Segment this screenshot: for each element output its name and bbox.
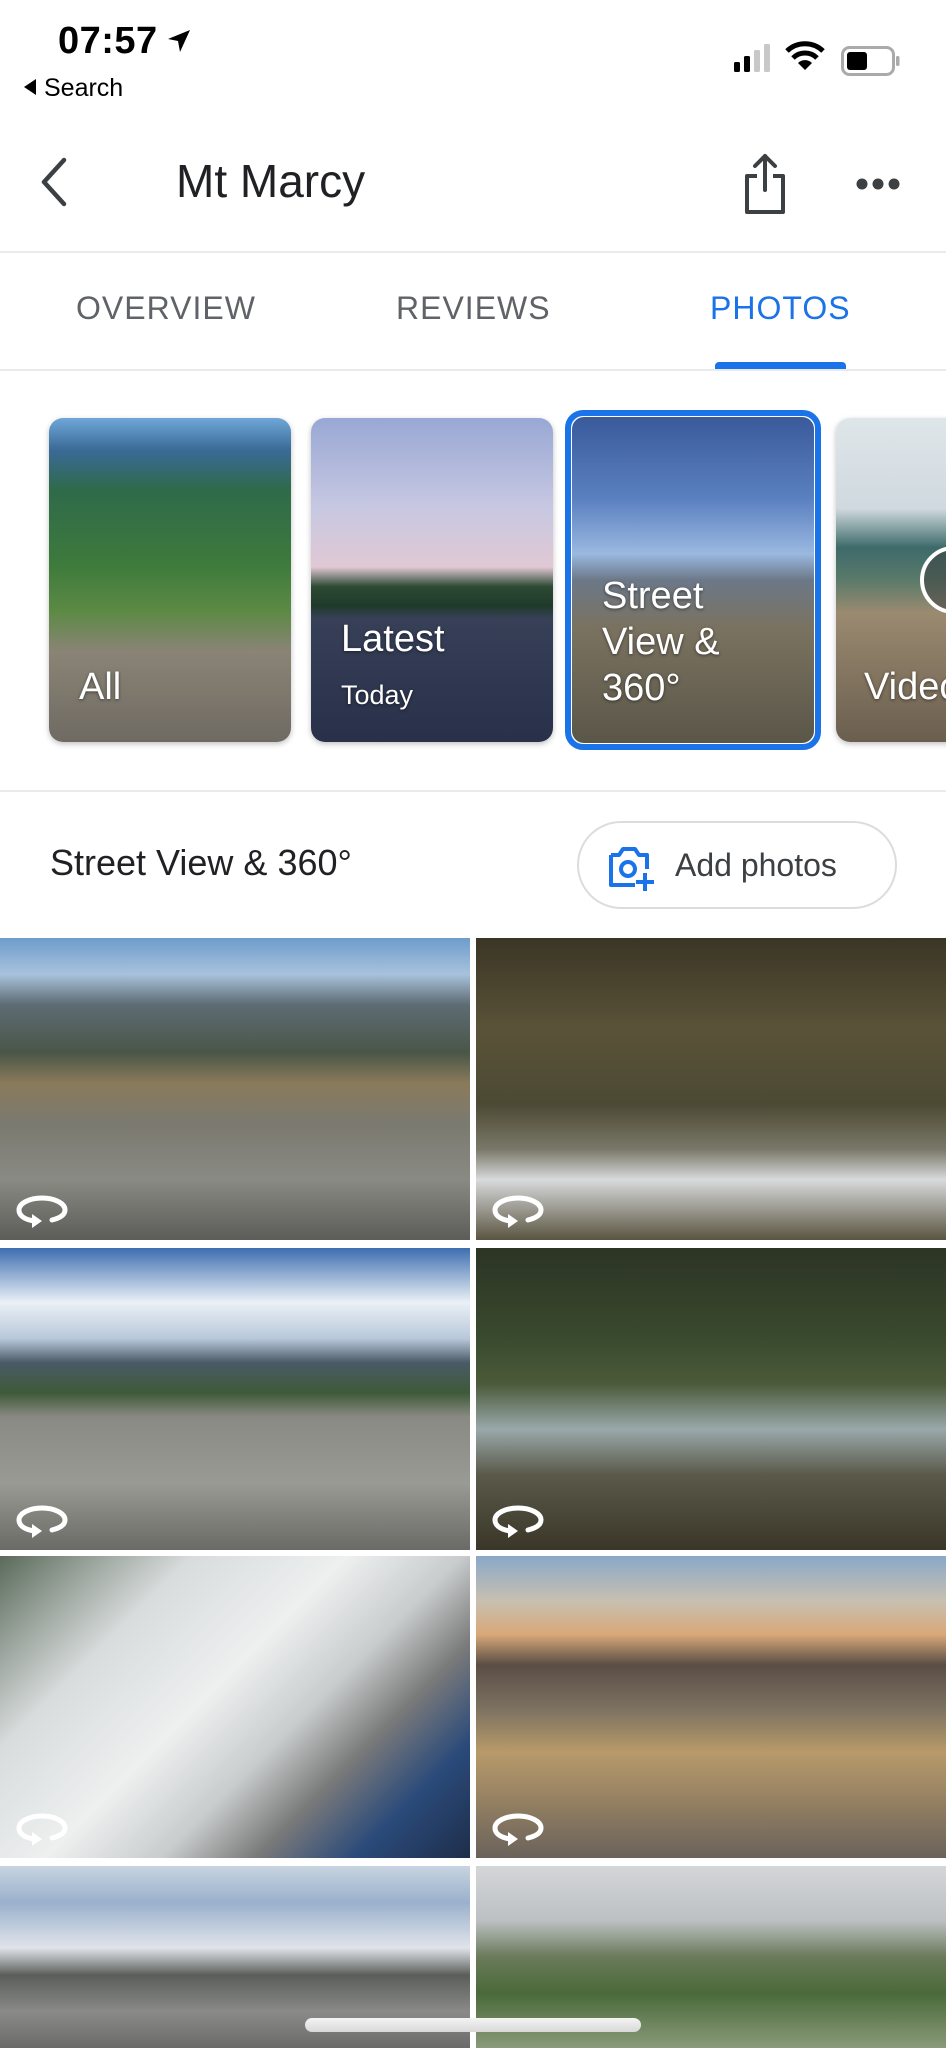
photo-tile[interactable]	[0, 1556, 470, 1858]
more-options-icon[interactable]	[856, 176, 900, 192]
tab-photos[interactable]: PHOTOS	[710, 290, 851, 327]
category-card-street-view[interactable]: Street View & 360°	[572, 417, 814, 743]
360-rotate-icon	[492, 1505, 544, 1538]
section-divider	[0, 790, 946, 792]
section-title: Street View & 360°	[50, 842, 352, 883]
category-card-videos[interactable]: Videos	[836, 418, 946, 742]
home-indicator[interactable]	[305, 2018, 641, 2032]
tab-overview[interactable]: OVERVIEW	[76, 290, 256, 327]
add-photos-label: Add photos	[675, 847, 837, 883]
category-sublabel: Today	[341, 680, 414, 710]
share-icon[interactable]	[740, 152, 790, 216]
add-photos-button[interactable]: Add photos	[577, 821, 897, 909]
360-rotate-icon	[16, 1505, 68, 1538]
back-to-app-link[interactable]: Search	[24, 74, 123, 103]
tabs-divider	[0, 369, 946, 371]
360-rotate-icon	[16, 1813, 68, 1846]
location-arrow-icon	[168, 30, 190, 52]
header-divider	[0, 251, 946, 253]
category-label: Street View & 360°	[602, 575, 720, 709]
360-rotate-icon	[492, 1813, 544, 1846]
photo-tile[interactable]	[0, 938, 470, 1240]
photo-tile[interactable]	[0, 1248, 470, 1550]
category-label: Videos	[864, 666, 946, 708]
category-label: Latest	[341, 618, 445, 660]
back-to-app-label: Search	[44, 74, 124, 102]
play-icon	[920, 546, 946, 614]
tab-reviews[interactable]: REVIEWS	[396, 290, 551, 327]
cellular-signal-icon	[734, 44, 770, 72]
photo-tile[interactable]	[476, 1556, 946, 1858]
360-rotate-icon	[492, 1195, 544, 1228]
wifi-icon	[785, 41, 825, 70]
back-chevron-icon[interactable]	[34, 156, 74, 208]
page-title: Mt Marcy	[176, 155, 366, 207]
add-photo-camera-icon	[609, 847, 654, 891]
back-triangle-icon	[24, 79, 36, 95]
category-card-all[interactable]: All	[49, 418, 291, 742]
category-label: All	[79, 666, 122, 708]
category-card-latest[interactable]: Latest Today	[311, 418, 553, 742]
360-rotate-icon	[16, 1195, 68, 1228]
battery-icon	[841, 46, 900, 76]
photo-tile[interactable]	[476, 938, 946, 1240]
status-time: 07:57	[58, 20, 158, 62]
photo-tile[interactable]	[476, 1248, 946, 1550]
